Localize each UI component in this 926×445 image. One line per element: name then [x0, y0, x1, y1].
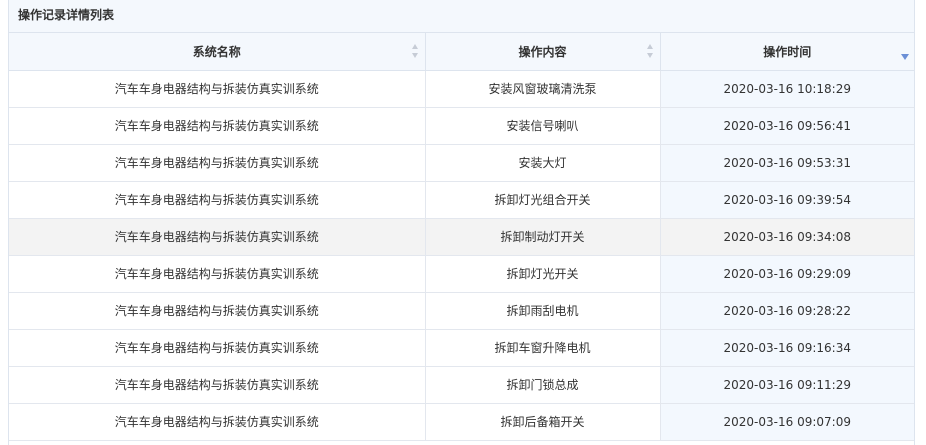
panel-title: 操作记录详情列表 — [9, 0, 914, 33]
system-name-cell: 汽车车身电器结构与拆装仿真实训系统 — [9, 254, 426, 293]
table-header: 系统名称 操作内容 操作时间 — [9, 33, 914, 71]
operation-time-cell: 2020-03-16 09:11:29 — [659, 365, 914, 404]
table-row[interactable]: 汽车车身电器结构与拆装仿真实训系统 安装大灯 2020-03-16 09:53:31 — [9, 143, 914, 182]
column-header-operation-time[interactable]: 操作时间 — [659, 33, 914, 71]
column-header-system-name[interactable]: 系统名称 — [9, 33, 426, 71]
table-row[interactable]: 汽车车身电器结构与拆装仿真实训系统 拆卸门锁总成 2020-03-16 09:11:… — [9, 365, 914, 404]
system-name-cell: 汽车车身电器结构与拆装仿真实训系统 — [9, 328, 426, 367]
operation-cell: 拆卸灯光组合开关 — [424, 180, 661, 219]
operation-time-cell: 2020-03-16 10:18:29 — [659, 69, 914, 108]
table-row[interactable]: 汽车车身电器结构与拆装仿真实训系统 拆卸车窗升降电机 2020-03-16 09:1… — [9, 328, 914, 367]
operation-time-cell: 2020-03-16 09:07:09 — [659, 402, 914, 441]
operation-time-cell: 2020-03-16 09:53:31 — [659, 143, 914, 182]
table-row[interactable]: 汽车车身电器结构与拆装仿真实训系统 安装风窗玻璃清洗泵 2020-03-16 10:… — [9, 69, 914, 108]
table-row[interactable]: 汽车车身电器结构与拆装仿真实训系统 拆卸制动灯开关 2020-03-16 09:34… — [9, 217, 914, 256]
table-row[interactable]: 汽车车身电器结构与拆装仿真实训系统 拆卸后备箱开关 2020-03-16 09:07… — [9, 402, 914, 441]
header-row: 系统名称 操作内容 操作时间 — [9, 33, 914, 71]
operation-time-cell: 2020-03-16 09:56:41 — [659, 106, 914, 145]
column-header-label: 操作内容 — [518, 44, 567, 59]
operation-time-cell: 2020-03-16 09:16:34 — [659, 328, 914, 367]
operation-time-cell: 2020-03-16 09:39:54 — [659, 180, 914, 219]
system-name-cell: 汽车车身电器结构与拆装仿真实训系统 — [9, 365, 426, 404]
operation-time-cell: 2020-03-16 09:28:22 — [659, 291, 914, 330]
system-name-cell: 汽车车身电器结构与拆装仿真实训系统 — [9, 180, 426, 219]
table-row[interactable]: 汽车车身电器结构与拆装仿真实训系统 拆卸灯光组合开关 2020-03-16 09:3… — [9, 180, 914, 219]
sort-both-icon[interactable] — [646, 44, 654, 59]
operation-log-table: 系统名称 操作内容 操作时间 汽车车身电器结构与拆装仿真实训系统 安装风窗玻璃清洗… — [9, 33, 914, 441]
operation-cell: 拆卸灯光开关 — [424, 254, 661, 293]
operation-time-cell: 2020-03-16 09:29:09 — [659, 254, 914, 293]
operation-cell: 拆卸制动灯开关 — [424, 217, 661, 256]
column-header-operation[interactable]: 操作内容 — [424, 33, 661, 71]
table-body: 汽车车身电器结构与拆装仿真实训系统 安装风窗玻璃清洗泵 2020-03-16 10:… — [9, 69, 914, 441]
table-row[interactable]: 汽车车身电器结构与拆装仿真实训系统 拆卸灯光开关 2020-03-16 09:29:… — [9, 254, 914, 293]
system-name-cell: 汽车车身电器结构与拆装仿真实训系统 — [9, 402, 426, 441]
operation-cell: 安装信号喇叭 — [424, 106, 661, 145]
table-row[interactable]: 汽车车身电器结构与拆装仿真实训系统 拆卸雨刮电机 2020-03-16 09:28:… — [9, 291, 914, 330]
system-name-cell: 汽车车身电器结构与拆装仿真实训系统 — [9, 217, 426, 256]
column-header-label: 系统名称 — [192, 44, 241, 59]
operation-cell: 拆卸车窗升降电机 — [424, 328, 661, 367]
system-name-cell: 汽车车身电器结构与拆装仿真实训系统 — [9, 143, 426, 182]
system-name-cell: 汽车车身电器结构与拆装仿真实训系统 — [9, 291, 426, 330]
operation-cell: 拆卸门锁总成 — [424, 365, 661, 404]
table-row[interactable]: 汽车车身电器结构与拆装仿真实训系统 安装信号喇叭 2020-03-16 09:56:… — [9, 106, 914, 145]
sort-both-icon[interactable] — [411, 44, 419, 59]
operation-cell: 拆卸后备箱开关 — [424, 402, 661, 441]
sort-desc-icon[interactable] — [901, 44, 909, 61]
operation-log-panel: 操作记录详情列表 系统名称 操作内容 操作时间 汽车车身电器结构与拆装仿真实训系… — [8, 0, 915, 445]
system-name-cell: 汽车车身电器结构与拆装仿真实训系统 — [9, 69, 426, 108]
operation-cell: 拆卸雨刮电机 — [424, 291, 661, 330]
operation-cell: 安装大灯 — [424, 143, 661, 182]
system-name-cell: 汽车车身电器结构与拆装仿真实训系统 — [9, 106, 426, 145]
operation-time-cell: 2020-03-16 09:34:08 — [659, 217, 914, 256]
column-header-label: 操作时间 — [763, 44, 812, 59]
operation-cell: 安装风窗玻璃清洗泵 — [424, 69, 661, 108]
